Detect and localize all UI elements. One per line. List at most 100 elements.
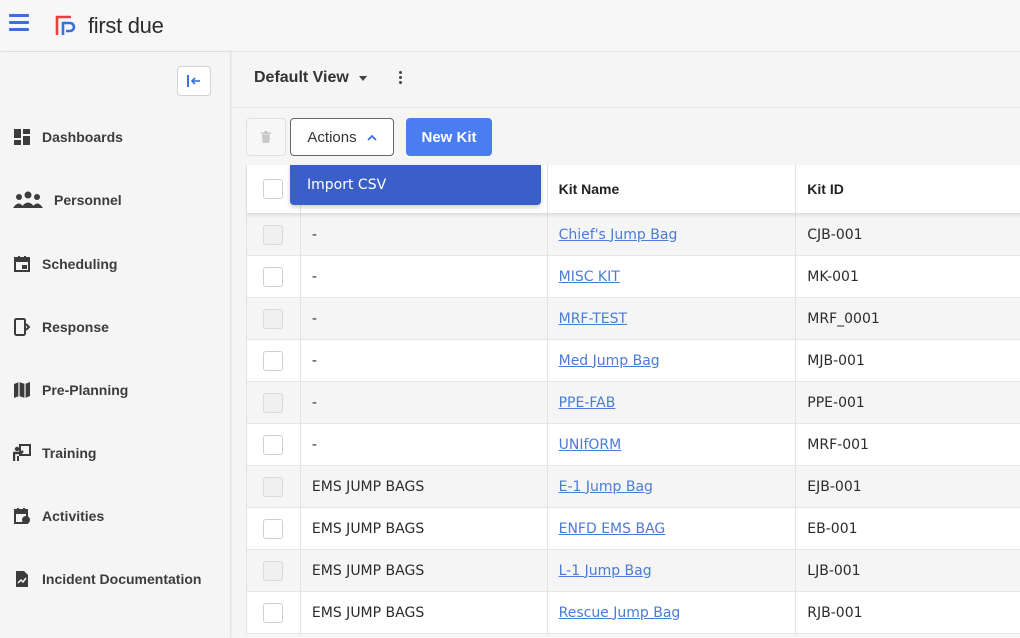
actions-dropdown-menu: Import CSV <box>290 165 541 205</box>
kit-id-cell: PPE-001 <box>807 394 865 411</box>
sidebar-item-activities[interactable]: Activities <box>12 501 104 531</box>
trash-icon <box>261 131 271 143</box>
sidebar-item-scheduling[interactable]: Scheduling <box>12 249 117 279</box>
new-kit-button[interactable]: New Kit <box>406 118 492 156</box>
row-checkbox[interactable] <box>263 560 284 581</box>
row-checkbox[interactable] <box>263 392 284 413</box>
sidebar-item-training[interactable]: Training <box>12 438 96 468</box>
activities-icon <box>12 506 32 526</box>
table-row[interactable]: EMS JUMP BAGS ENFD EMS BAG EB-001 <box>247 508 1020 550</box>
actions-button[interactable]: Actions <box>290 118 394 156</box>
training-icon <box>12 443 32 463</box>
table-row[interactable]: - UNIfORM MRF-001 <box>247 424 1020 466</box>
kit-name-link[interactable]: L-1 Jump Bag <box>559 563 652 579</box>
category-cell: - <box>301 256 548 297</box>
map-icon <box>12 380 32 400</box>
view-title: Default View <box>254 69 349 86</box>
column-header-kit-id[interactable]: Kit ID <box>796 165 1020 213</box>
kit-id-cell: EJB-001 <box>807 478 862 495</box>
table-row[interactable]: - PPE-FAB PPE-001 <box>247 382 1020 424</box>
table-row[interactable]: - MRF-TEST MRF_0001 <box>247 298 1020 340</box>
row-checkbox[interactable] <box>263 602 284 623</box>
kit-id-cell: MK-001 <box>807 268 859 285</box>
row-checkbox[interactable] <box>263 476 284 497</box>
kit-id-cell: EB-001 <box>807 520 858 537</box>
top-bar: first due <box>0 0 1020 52</box>
calendar-icon <box>12 254 32 274</box>
sidebar: Dashboards Personnel Scheduling Response… <box>0 52 231 638</box>
table-row[interactable]: EMS JUMP BAGS L-1 Jump Bag LJB-001 <box>247 550 1020 592</box>
row-checkbox[interactable] <box>263 434 284 455</box>
delete-button[interactable] <box>246 118 286 156</box>
category-cell: - <box>301 382 548 423</box>
kit-name-link[interactable]: UNIfORM <box>559 437 622 453</box>
sidebar-item-pre-planning[interactable]: Pre-Planning <box>12 375 128 405</box>
first-due-logo-icon <box>55 15 76 35</box>
collapse-sidebar-button[interactable] <box>177 66 211 96</box>
kit-name-link[interactable]: MRF-TEST <box>559 311 627 327</box>
table-row[interactable]: - MISC KIT MK-001 <box>247 256 1020 298</box>
kit-name-link[interactable]: ENFD EMS BAG <box>559 521 666 537</box>
kit-name-link[interactable]: PPE-FAB <box>559 395 616 411</box>
sidebar-item-personnel[interactable]: Personnel <box>12 185 122 215</box>
sidebar-item-label: Pre-Planning <box>42 382 129 398</box>
category-cell: - <box>301 214 548 255</box>
sidebar-item-label: Training <box>42 445 97 461</box>
document-icon <box>12 569 32 589</box>
collapse-left-icon <box>187 75 200 87</box>
category-cell: EMS JUMP BAGS <box>301 508 548 549</box>
row-checkbox[interactable] <box>263 308 284 329</box>
kit-id-cell: CJB-001 <box>807 226 863 243</box>
category-cell: EMS JUMP BAGS <box>301 550 548 591</box>
sidebar-item-label: Dashboards <box>42 129 123 145</box>
sidebar-item-incident-documentation[interactable]: Incident Documentation <box>12 564 201 594</box>
category-cell: - <box>301 424 548 465</box>
row-checkbox[interactable] <box>263 224 284 245</box>
people-icon <box>12 190 44 210</box>
sidebar-item-label: Scheduling <box>42 256 118 272</box>
table-row[interactable]: - Med Jump Bag MJB-001 <box>247 340 1020 382</box>
category-cell: EMS JUMP BAGS <box>301 466 548 507</box>
kit-id-cell: MRF_0001 <box>807 310 880 327</box>
kit-name-link[interactable]: Med Jump Bag <box>559 353 660 369</box>
kits-table: Kit Name Kit ID - Chief's Jump Bag CJB-0… <box>246 165 1020 634</box>
column-header-kit-name[interactable]: Kit Name <box>548 165 797 213</box>
row-checkbox[interactable] <box>263 518 284 539</box>
view-selector[interactable]: Default View <box>254 69 367 87</box>
main-content: Default View Actions New Kit Import CSV … <box>232 52 1020 638</box>
kit-id-cell: MJB-001 <box>807 352 865 369</box>
dashboard-icon <box>12 127 32 147</box>
hamburger-menu-icon[interactable] <box>9 14 29 32</box>
category-cell: EMS JUMP BAGS <box>301 592 548 633</box>
kit-name-link[interactable]: Rescue Jump Bag <box>559 605 681 621</box>
table-row[interactable]: EMS JUMP BAGS E-1 Jump Bag EJB-001 <box>247 466 1020 508</box>
app-name: first due <box>88 13 164 38</box>
app-logo[interactable]: first due <box>54 13 164 39</box>
chevron-up-icon <box>366 134 377 141</box>
sidebar-item-label: Response <box>42 319 109 335</box>
sidebar-item-label: Activities <box>42 508 105 524</box>
sidebar-item-dashboards[interactable]: Dashboards <box>12 122 123 152</box>
category-cell: - <box>301 340 548 381</box>
table-row[interactable]: EMS JUMP BAGS Rescue Jump Bag RJB-001 <box>247 592 1020 634</box>
view-header: Default View <box>232 52 1020 108</box>
kit-id-cell: MRF-001 <box>807 436 869 453</box>
kit-name-link[interactable]: Chief's Jump Bag <box>559 227 678 243</box>
row-checkbox[interactable] <box>263 350 284 371</box>
kit-id-cell: RJB-001 <box>807 604 863 621</box>
kit-name-link[interactable]: MISC KIT <box>559 269 620 285</box>
caret-down-icon <box>358 75 367 81</box>
row-checkbox[interactable] <box>263 266 284 287</box>
sidebar-item-response[interactable]: Response <box>12 312 109 342</box>
more-options-icon[interactable] <box>396 71 404 89</box>
kit-id-cell: LJB-001 <box>807 562 861 579</box>
sidebar-item-label: Incident Documentation <box>42 571 202 587</box>
category-cell: - <box>301 298 548 339</box>
sidebar-item-label: Personnel <box>54 192 122 208</box>
kit-name-link[interactable]: E-1 Jump Bag <box>559 479 653 495</box>
select-all-checkbox[interactable] <box>263 179 284 199</box>
table-row[interactable]: - Chief's Jump Bag CJB-001 <box>247 214 1020 256</box>
response-icon <box>12 317 32 337</box>
actions-label: Actions <box>307 128 357 146</box>
import-csv-menu-item[interactable]: Import CSV <box>290 165 541 205</box>
